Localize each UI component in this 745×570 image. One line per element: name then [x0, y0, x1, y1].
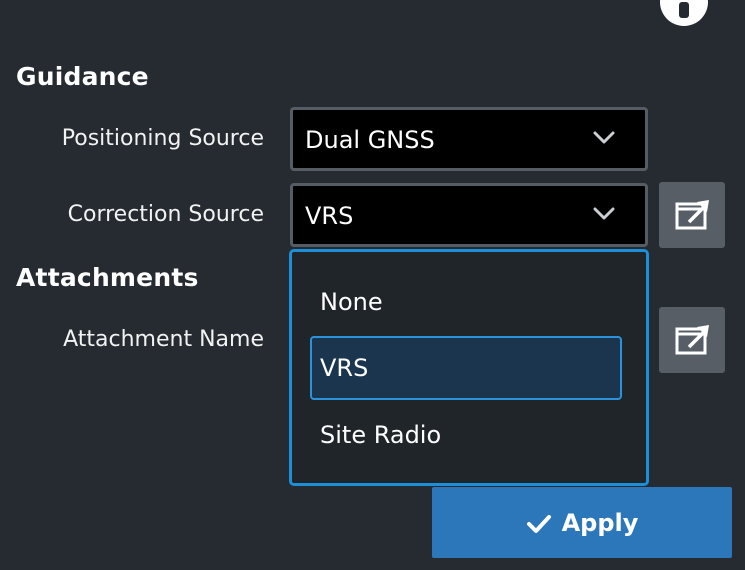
attachment-name-open-button[interactable] [659, 307, 725, 373]
apply-button[interactable]: Apply [432, 487, 732, 558]
apply-button-label: Apply [561, 508, 639, 537]
open-external-icon [675, 325, 709, 355]
dropdown-option-none[interactable]: None [310, 272, 622, 336]
dropdown-option-vrs[interactable]: VRS [310, 336, 622, 400]
dropdown-option-site-radio[interactable]: Site Radio [310, 405, 622, 469]
guidance-section-title: Guidance [16, 62, 149, 91]
attachments-section-title: Attachments [16, 263, 199, 292]
correction-source-dropdown: None VRS Site Radio [289, 249, 649, 486]
correction-source-label: Correction Source [67, 202, 264, 227]
check-icon [526, 514, 551, 533]
open-external-icon [675, 200, 709, 230]
positioning-source-select[interactable]: Dual GNSS [290, 107, 648, 171]
chevron-down-icon [593, 207, 615, 220]
positioning-source-label: Positioning Source [61, 126, 264, 151]
correction-source-value: VRS [305, 202, 354, 230]
chevron-down-icon [593, 131, 615, 144]
positioning-source-value: Dual GNSS [305, 126, 435, 154]
info-icon[interactable] [660, 0, 708, 26]
attachment-name-label: Attachment Name [63, 327, 264, 352]
guidance-settings-panel: Guidance Positioning Source Dual GNSS Co… [0, 0, 745, 570]
info-icon-bar [679, 2, 689, 18]
correction-source-select[interactable]: VRS [290, 183, 648, 247]
correction-source-open-button[interactable] [659, 182, 725, 248]
